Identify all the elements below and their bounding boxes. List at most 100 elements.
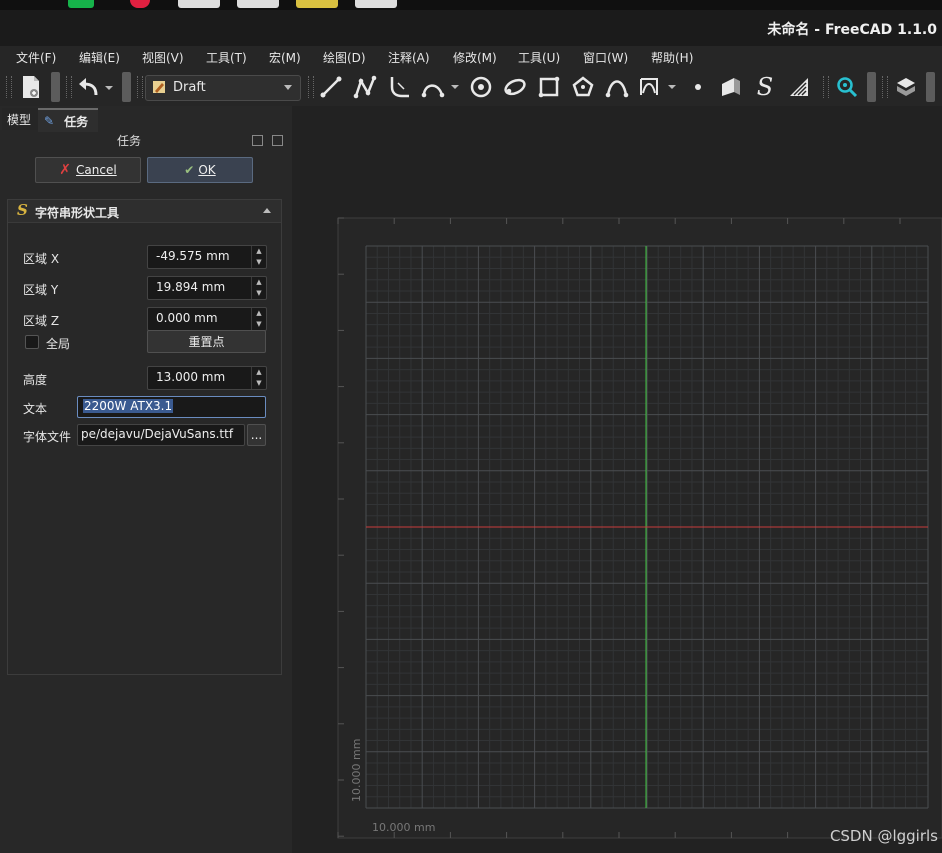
toolbar-extension-handle[interactable] — [867, 72, 876, 102]
ok-button-label: OK — [198, 163, 216, 177]
window-title: 未命名 - FreeCAD 1.1.0 — [767, 22, 937, 38]
text-label: 文本 — [23, 402, 48, 416]
menu-bar: 文件(F) 编辑(E) 视图(V) 工具(T) 宏(M) 绘图(D) 注释(A)… — [0, 46, 942, 68]
text-input-value: 2200W ATX3.1 — [83, 399, 174, 413]
menu-tools[interactable]: 工具(T) — [206, 49, 247, 66]
shapestring-icon: S — [17, 201, 28, 219]
toolbar-extension-handle[interactable] — [51, 72, 60, 102]
facebinder-icon[interactable] — [718, 74, 744, 100]
menu-drafting[interactable]: 绘图(D) — [323, 49, 366, 66]
z-field[interactable]: 0.000 mm ▲ ▼ — [147, 307, 267, 331]
toolbar-grip[interactable] — [137, 76, 143, 98]
circle-icon[interactable] — [468, 74, 494, 100]
new-document-icon[interactable] — [18, 74, 44, 100]
toolbar-grip[interactable] — [66, 76, 72, 98]
menu-utilities[interactable]: 工具(U) — [518, 49, 560, 66]
global-checkbox[interactable] — [25, 335, 39, 349]
spin-arrows[interactable]: ▲ ▼ — [251, 277, 266, 299]
polygon-icon[interactable] — [570, 74, 596, 100]
3d-view[interactable]: 10.000 mm 10.000 mm — [292, 106, 942, 853]
bezier-tools-icon[interactable] — [638, 74, 680, 100]
toolbar-extension-handle[interactable] — [122, 72, 131, 102]
font-file-label: 字体文件 — [23, 430, 72, 444]
y-field[interactable]: 19.894 mm ▲ ▼ — [147, 276, 267, 300]
workbench-name: Draft — [173, 80, 206, 95]
toolbar-grip[interactable] — [882, 76, 888, 98]
cancel-icon: ✗ — [59, 162, 72, 178]
height-field[interactable]: 13.000 mm ▲ ▼ — [147, 366, 267, 390]
toolbar-grip[interactable] — [823, 76, 829, 98]
height-value: 13.000 mm — [156, 370, 226, 384]
os-app-indicator[interactable] — [296, 0, 338, 8]
spin-arrows[interactable]: ▲ ▼ — [251, 308, 266, 330]
x-label: 区域 X — [23, 252, 60, 266]
cancel-button-label: Cancel — [76, 163, 117, 177]
x-value: -49.575 mm — [156, 249, 230, 263]
chevron-down-icon — [284, 85, 292, 90]
line-icon[interactable] — [318, 74, 344, 100]
os-app-indicator[interactable] — [130, 0, 150, 8]
combo-view-panel: 模型 ✎ 任务 任务 ✗ Cancel ✔ OK S 字符串形状工具 区域 X … — [0, 106, 292, 853]
y-value: 19.894 mm — [156, 280, 226, 294]
os-top-strip — [0, 0, 942, 10]
menu-modification[interactable]: 修改(M) — [453, 49, 497, 66]
shapestring-icon[interactable]: S — [752, 73, 778, 101]
os-app-indicator[interactable] — [178, 0, 220, 8]
shapestring-tool-group: S 字符串形状工具 区域 X -49.575 mm ▲ ▼ 区域 Y 19.894… — [7, 199, 282, 675]
watermark: CSDN @lggirls — [829, 827, 938, 845]
tab-tasks[interactable]: ✎ 任务 — [38, 108, 98, 132]
menu-view[interactable]: 视图(V) — [142, 49, 184, 66]
tab-model[interactable]: 模型 — [2, 108, 39, 130]
rectangle-icon[interactable] — [536, 74, 562, 100]
os-app-indicator[interactable] — [237, 0, 279, 8]
menu-file[interactable]: 文件(F) — [16, 49, 56, 66]
menu-macro[interactable]: 宏(M) — [269, 49, 301, 66]
grid-canvas[interactable]: 10.000 mm 10.000 mm — [292, 106, 942, 853]
ok-button[interactable]: ✔ OK — [147, 157, 253, 183]
snap-zoom-icon[interactable] — [834, 74, 860, 100]
menu-annotation[interactable]: 注释(A) — [388, 49, 430, 66]
polyline-icon[interactable] — [352, 74, 378, 100]
task-section-title: 任务 — [116, 134, 141, 148]
cancel-button[interactable]: ✗ Cancel — [35, 157, 141, 183]
toolbar-grip[interactable] — [6, 76, 12, 98]
bspline-icon[interactable] — [604, 74, 630, 100]
toolbar-grip[interactable] — [308, 76, 314, 98]
close-panel-icon[interactable] — [272, 135, 283, 146]
toolbar-extension-handle[interactable] — [926, 72, 935, 102]
os-app-indicator[interactable] — [68, 0, 94, 8]
ellipse-icon[interactable] — [502, 74, 528, 100]
menu-help[interactable]: 帮助(H) — [651, 49, 693, 66]
point-icon[interactable] — [686, 74, 710, 100]
working-plane-icon[interactable] — [893, 74, 919, 100]
float-panel-icon[interactable] — [252, 135, 263, 146]
y-label: 区域 Y — [23, 283, 59, 297]
os-app-indicator[interactable] — [355, 0, 397, 8]
draft-workbench-icon — [152, 80, 166, 94]
collapse-icon[interactable] — [263, 208, 271, 213]
text-input[interactable]: 2200W ATX3.1 — [77, 396, 266, 418]
fillet-icon[interactable] — [386, 74, 412, 100]
z-label: 区域 Z — [23, 314, 60, 328]
z-value: 0.000 mm — [156, 311, 218, 325]
tab-tasks-label: 任务 — [64, 114, 89, 129]
font-file-input[interactable]: pe/dejavu/DejaVuSans.ttf — [77, 424, 245, 446]
spin-arrows[interactable]: ▲ ▼ — [251, 246, 266, 268]
workbench-selector[interactable]: Draft — [145, 75, 301, 101]
menu-window[interactable]: 窗口(W) — [583, 49, 628, 66]
arc-tools-icon[interactable] — [420, 74, 462, 100]
undo-icon[interactable] — [76, 74, 116, 100]
pencil-icon: ✎ — [44, 114, 55, 128]
reset-point-button[interactable]: 重置点 — [147, 330, 266, 353]
shapestring-tool-header[interactable]: S 字符串形状工具 — [8, 200, 281, 223]
spin-arrows[interactable]: ▲ ▼ — [251, 367, 266, 389]
hatch-icon[interactable] — [786, 74, 812, 100]
shapestring-tool-title: 字符串形状工具 — [35, 206, 120, 220]
tab-model-label: 模型 — [7, 112, 32, 127]
font-file-value: pe/dejavu/DejaVuSans.ttf — [81, 427, 234, 441]
ok-icon: ✔ — [184, 163, 195, 177]
x-field[interactable]: -49.575 mm ▲ ▼ — [147, 245, 267, 269]
menu-edit[interactable]: 编辑(E) — [79, 49, 120, 66]
browse-label: ... — [250, 428, 263, 442]
browse-font-button[interactable]: ... — [247, 424, 266, 446]
